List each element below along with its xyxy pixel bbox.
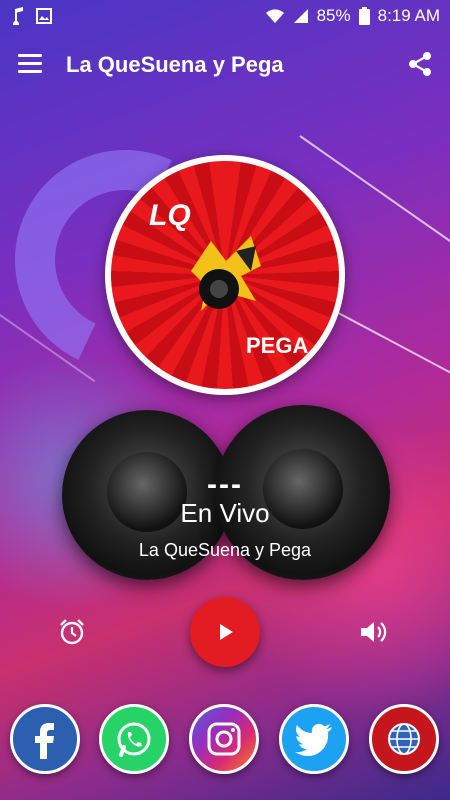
play-icon bbox=[220, 624, 233, 640]
image-icon bbox=[36, 8, 52, 24]
logo-speaker-graphic bbox=[191, 236, 261, 311]
logo-top-text: LQ bbox=[149, 199, 191, 232]
instagram-button[interactable] bbox=[189, 704, 259, 774]
whatsapp-button[interactable] bbox=[99, 704, 169, 774]
facebook-icon bbox=[35, 723, 54, 759]
status-bar: 85% 8:19 AM bbox=[0, 0, 450, 32]
station-logo-image: LQ PEGA bbox=[111, 161, 339, 389]
station-name: La QueSuena y Pega bbox=[138, 540, 312, 560]
wifi-icon bbox=[265, 9, 284, 23]
app-screen: 85% 8:19 AM La QueSuena y Pega LQ PEGA -… bbox=[0, 0, 450, 800]
status-time: 8:19 AM bbox=[377, 6, 440, 25]
music-note-icon bbox=[13, 7, 23, 25]
alarm-clock-icon[interactable] bbox=[58, 618, 86, 646]
website-button[interactable] bbox=[369, 704, 439, 774]
app-title: La QueSuena y Pega bbox=[66, 52, 284, 77]
twitter-icon bbox=[295, 723, 332, 756]
hamburger-menu-icon[interactable] bbox=[18, 54, 42, 74]
whatsapp-icon bbox=[117, 722, 151, 757]
app-bar: La QueSuena y Pega bbox=[0, 32, 450, 102]
play-button[interactable] bbox=[190, 597, 260, 667]
share-icon[interactable] bbox=[406, 50, 434, 78]
battery-percentage: 85% bbox=[316, 6, 351, 25]
track-title: --- bbox=[207, 468, 243, 501]
volume-icon[interactable] bbox=[358, 618, 388, 646]
globe-icon bbox=[388, 723, 420, 755]
instagram-icon bbox=[207, 722, 241, 756]
facebook-button[interactable] bbox=[10, 704, 80, 774]
battery-icon bbox=[358, 7, 370, 25]
station-logo: LQ PEGA bbox=[105, 155, 345, 395]
twitter-button[interactable] bbox=[279, 704, 349, 774]
logo-bottom-text: PEGA bbox=[246, 333, 309, 358]
stream-status: En Vivo bbox=[180, 498, 270, 528]
signal-icon bbox=[293, 9, 308, 23]
